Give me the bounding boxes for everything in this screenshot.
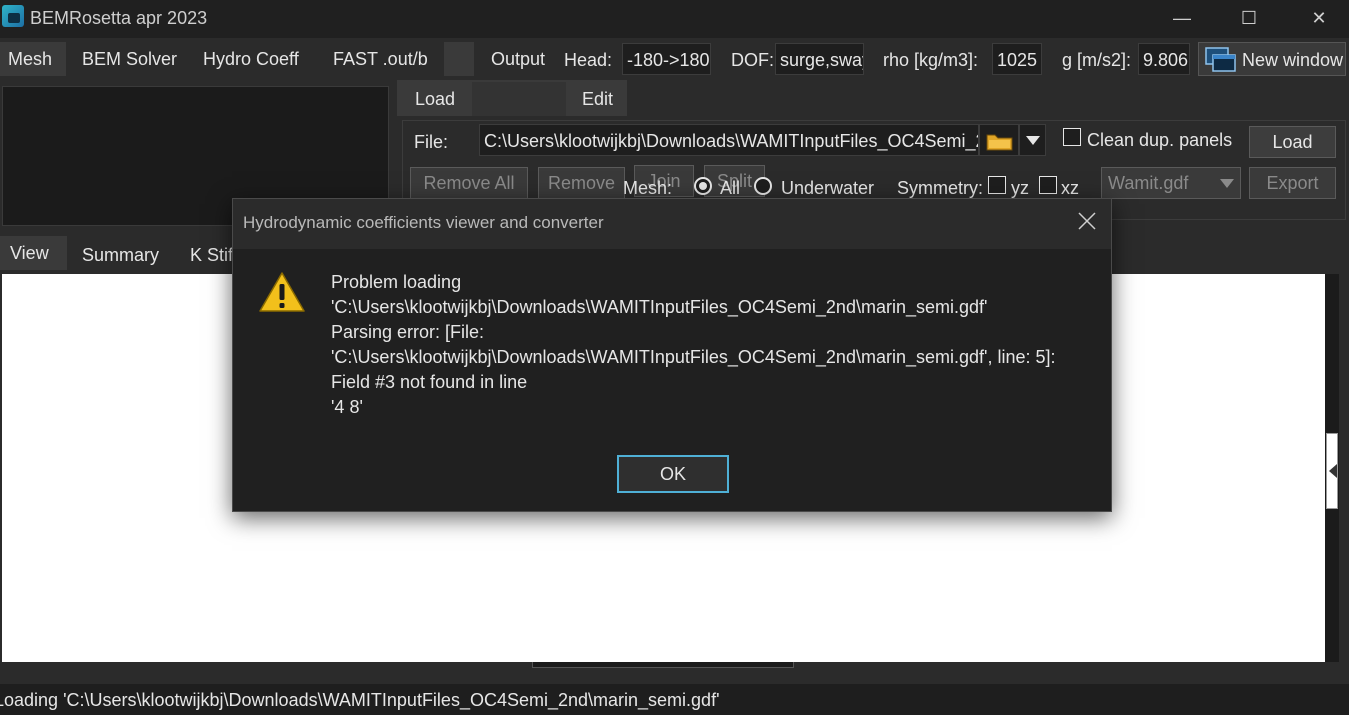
subtab-spacer — [472, 82, 566, 116]
maximize-button[interactable]: ☐ — [1219, 0, 1279, 38]
file-dropdown-button[interactable] — [1019, 124, 1046, 156]
head-label: Head: — [564, 50, 613, 70]
tab-view[interactable]: View — [0, 236, 67, 270]
message-line: Problem loading — [331, 272, 462, 292]
warning-icon — [259, 272, 305, 312]
load-button[interactable]: Load — [1249, 126, 1336, 158]
tab-fast-out[interactable]: FAST .out/b — [325, 42, 436, 76]
minimize-button[interactable]: — — [1152, 0, 1212, 38]
folder-icon — [986, 134, 1013, 151]
chevron-down-icon — [1026, 136, 1040, 145]
tab-load[interactable]: Load — [401, 82, 473, 116]
mesh-label: Mesh: — [623, 178, 673, 198]
clean-panels-checkbox[interactable] — [1063, 128, 1081, 146]
all-label: All — [720, 178, 741, 198]
tab-separator — [444, 42, 474, 76]
error-dialog: Hydrodynamic coefficients viewer and con… — [232, 198, 1112, 512]
file-label: File: — [414, 132, 449, 152]
folder-button[interactable] — [979, 124, 1019, 156]
rho-field[interactable]: 1025 — [992, 43, 1042, 75]
dof-label: DOF: — [731, 50, 774, 70]
dialog-close-button[interactable] — [1071, 207, 1103, 235]
symmetry-yz-checkbox[interactable] — [988, 176, 1006, 194]
message-line: 'C:\Users\klootwijkbj\Downloads\WAMITInp… — [331, 347, 1056, 367]
all-radio[interactable] — [694, 177, 712, 195]
new-window-label: New window — [1242, 50, 1344, 70]
underwater-radio[interactable] — [754, 177, 772, 195]
tab-summary[interactable]: Summary — [74, 238, 167, 272]
app-icon — [2, 5, 24, 27]
message-line: Parsing error: [File: — [331, 322, 485, 342]
close-button[interactable]: ✕ — [1289, 0, 1349, 38]
chevron-left-icon — [1329, 464, 1337, 478]
symmetry-yz-label: yz — [1011, 178, 1029, 198]
underwater-label: Underwater — [781, 178, 875, 198]
window-title: BEMRosetta apr 2023 — [30, 8, 208, 28]
tab-output[interactable]: Output — [483, 42, 559, 76]
g-field[interactable]: 9.806 — [1138, 43, 1190, 75]
export-format-select[interactable]: Wamit.gdf — [1101, 167, 1241, 199]
tab-bem-solver[interactable]: BEM Solver — [74, 42, 185, 76]
new-window-button[interactable]: New window — [1198, 42, 1346, 76]
ok-button[interactable]: OK — [617, 455, 729, 493]
dof-field[interactable]: surge,sway — [775, 43, 864, 75]
bottom-splitter[interactable] — [532, 662, 794, 668]
tab-hydro-coeff[interactable]: Hydro Coeff — [195, 42, 307, 76]
message-line: '4 8' — [331, 397, 363, 417]
status-text: Loading 'C:\Users\klootwijkbj\Downloads\… — [0, 690, 720, 710]
close-icon — [1078, 212, 1096, 230]
tab-mesh[interactable]: Mesh — [0, 42, 66, 76]
export-format-value: Wamit.gdf — [1108, 173, 1189, 193]
file-path-field[interactable]: C:\Users\klootwijkbj\Downloads\WAMITInpu… — [479, 124, 979, 156]
remove-all-button[interactable]: Remove All — [410, 167, 528, 199]
remove-button[interactable]: Remove — [538, 167, 625, 199]
tab-edit[interactable]: Edit — [568, 82, 627, 116]
symmetry-xz-label: xz — [1061, 178, 1079, 198]
export-button[interactable]: Export — [1249, 167, 1336, 199]
clean-panels-label: Clean dup. panels — [1087, 130, 1233, 150]
dialog-title: Hydrodynamic coefficients viewer and con… — [243, 213, 604, 232]
dialog-message: Problem loading 'C:\Users\klootwijkbj\Do… — [331, 270, 1055, 420]
symmetry-xz-checkbox[interactable] — [1039, 176, 1057, 194]
rho-label: rho [kg/m3]: — [883, 50, 979, 70]
message-line: Field #3 not found in line — [331, 372, 528, 392]
side-panel-handle[interactable] — [1326, 433, 1338, 509]
message-line: 'C:\Users\klootwijkbj\Downloads\WAMITInp… — [331, 297, 988, 317]
windows-icon — [1205, 47, 1236, 72]
g-label: g [m/s2]: — [1062, 50, 1132, 70]
symmetry-label: Symmetry: — [897, 178, 984, 198]
head-field[interactable]: -180->180 — [622, 43, 711, 75]
chevron-down-icon — [1220, 179, 1234, 188]
